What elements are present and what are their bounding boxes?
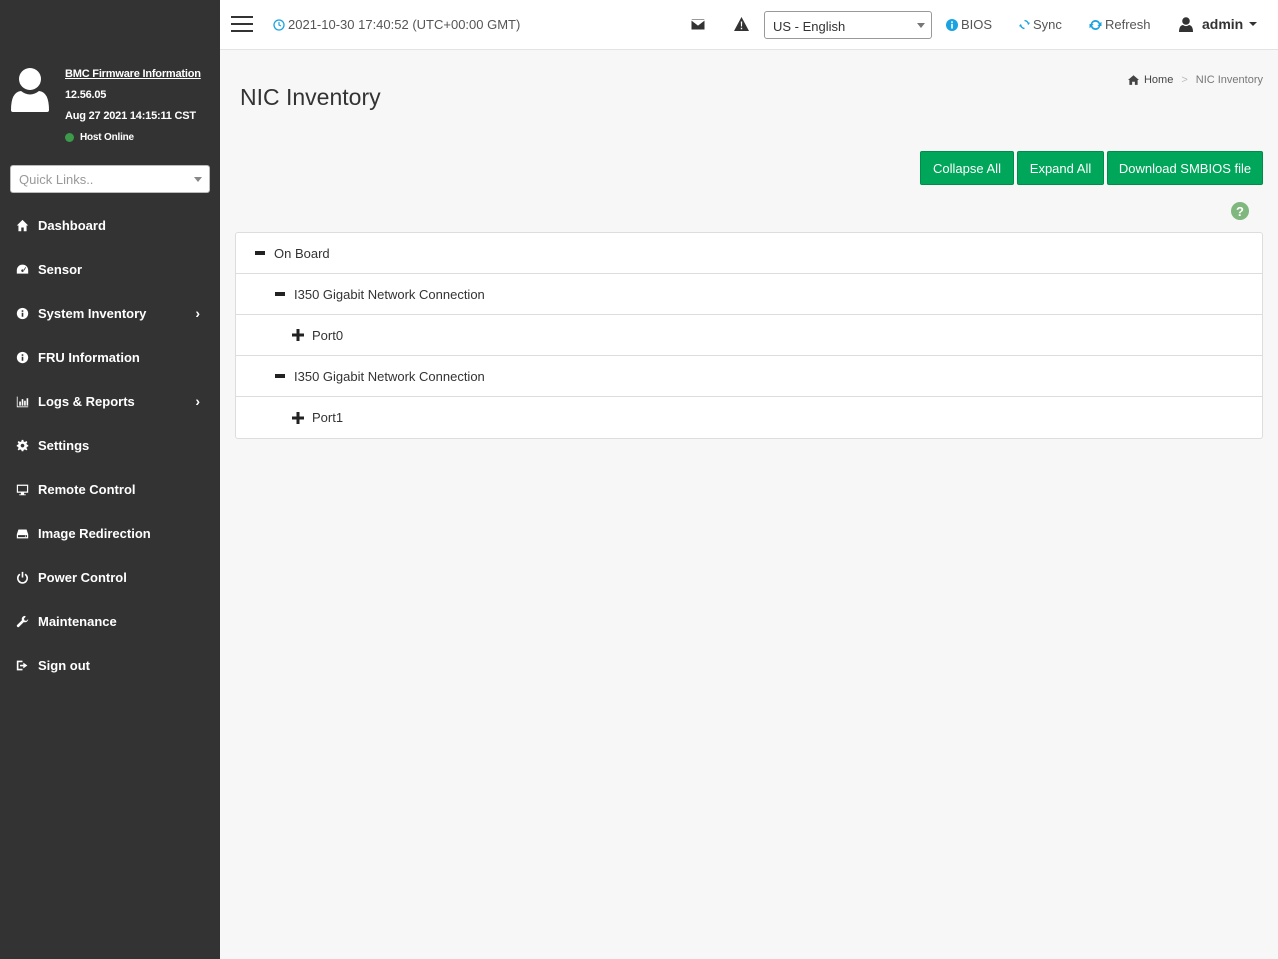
tree-node-label: Port0 [312, 327, 344, 343]
collapse-minus-icon[interactable] [254, 247, 266, 259]
server-datetime: 2021-10-30 17:40:52 (UTC+00:00 GMT) [273, 17, 520, 32]
tree-node-port[interactable]: Port0 [236, 315, 1262, 356]
sidebar-item-label: Power Control [38, 569, 127, 585]
collapse-minus-icon[interactable] [274, 370, 286, 382]
refresh-button[interactable]: Refresh [1089, 17, 1151, 32]
host-status: Host Online [65, 127, 201, 148]
sidebar-item-fru-information[interactable]: FRU Information [0, 335, 220, 379]
tree-node-nic[interactable]: I350 Gigabit Network Connection [236, 274, 1262, 315]
sidebar-item-remote-control[interactable]: Remote Control [0, 467, 220, 511]
sidebar-nav: Dashboard Sensor System Inventory › FRU … [0, 203, 220, 687]
menu-toggle-icon[interactable] [231, 16, 253, 33]
home-icon [14, 218, 30, 232]
sign-out-icon [14, 658, 30, 672]
collapse-minus-icon[interactable] [274, 288, 286, 300]
language-select[interactable]: US - English [764, 11, 932, 39]
breadcrumb: Home > NIC Inventory [1127, 74, 1263, 86]
sidebar-item-label: Maintenance [38, 613, 117, 629]
tree-node-nic[interactable]: I350 Gigabit Network Connection [236, 356, 1262, 397]
status-dot-icon [65, 133, 74, 142]
refresh-icon [1089, 19, 1102, 30]
sidebar-item-system-inventory[interactable]: System Inventory › [0, 291, 220, 335]
bios-button[interactable]: BIOS [946, 17, 992, 32]
datetime-text: 2021-10-30 17:40:52 (UTC+00:00 GMT) [288, 17, 521, 32]
sidebar-item-label: Image Redirection [38, 525, 151, 541]
user-icon [1179, 16, 1193, 32]
sidebar-item-label: Remote Control [38, 481, 136, 497]
expand-plus-icon[interactable] [292, 411, 304, 424]
firmware-info-link[interactable]: BMC Firmware Information [65, 64, 201, 85]
monitor-icon [14, 482, 30, 496]
sidebar-item-dashboard[interactable]: Dashboard [0, 203, 220, 247]
sidebar-item-label: Logs & Reports [38, 393, 135, 409]
sidebar-item-sensor[interactable]: Sensor [0, 247, 220, 291]
user-menu[interactable]: admin [1179, 16, 1258, 32]
collapse-all-button[interactable]: Collapse All [920, 151, 1014, 185]
breadcrumb-separator: > [1181, 74, 1188, 86]
sidebar-item-sign-out[interactable]: Sign out [0, 643, 220, 687]
tree-node-label: Port1 [312, 410, 344, 425]
page-title: NIC Inventory [240, 84, 381, 110]
breadcrumb-home-label: Home [1143, 74, 1174, 86]
user-avatar-icon [11, 68, 49, 112]
quick-links-select[interactable]: Quick Links.. [10, 165, 210, 193]
envelope-icon[interactable] [691, 19, 705, 30]
chevron-right-icon: › [195, 305, 200, 321]
tree-node-label: I350 Gigabit Network Connection [294, 368, 485, 384]
sync-button[interactable]: Sync [1019, 17, 1062, 32]
username: admin [1202, 16, 1244, 32]
power-icon [14, 570, 30, 584]
bios-label: BIOS [961, 17, 993, 32]
breadcrumb-current: NIC Inventory [1195, 74, 1263, 86]
profile-panel: BMC Firmware Information 12.56.05 Aug 27… [0, 0, 220, 150]
sync-label: Sync [1033, 17, 1062, 32]
sidebar-item-label: System Inventory [38, 305, 147, 321]
nic-tree: On Board I350 Gigabit Network Connection… [235, 232, 1263, 439]
firmware-date: Aug 27 2021 14:15:11 CST [65, 110, 196, 122]
sidebar-item-settings[interactable]: Settings [0, 423, 220, 467]
sidebar-item-label: Sign out [38, 657, 90, 673]
home-icon [1127, 75, 1139, 85]
tree-node-port[interactable]: Port1 [236, 397, 1262, 438]
gear-icon [14, 438, 30, 452]
language-value: US - English [773, 19, 846, 34]
bar-chart-icon [14, 394, 30, 408]
help-icon[interactable]: ? [1231, 202, 1249, 220]
tree-node-on-board[interactable]: On Board [236, 233, 1262, 274]
refresh-label: Refresh [1105, 17, 1151, 32]
sidebar-item-label: Sensor [38, 261, 83, 277]
host-status-label: Host Online [80, 132, 134, 143]
firmware-info: BMC Firmware Information 12.56.05 Aug 27… [65, 64, 201, 148]
quick-links-placeholder: Quick Links.. [19, 172, 94, 187]
sidebar-item-power-control[interactable]: Power Control [0, 555, 220, 599]
sidebar-item-maintenance[interactable]: Maintenance [0, 599, 220, 643]
breadcrumb-home[interactable]: Home [1127, 74, 1174, 86]
drive-icon [14, 526, 30, 540]
sidebar-item-label: Dashboard [38, 217, 106, 233]
chevron-down-icon [194, 177, 202, 182]
wrench-icon [14, 614, 30, 628]
sidebar-item-label: Settings [38, 437, 90, 453]
gauge-icon [14, 262, 30, 276]
top-navbar: 2021-10-30 17:40:52 (UTC+00:00 GMT) US -… [220, 0, 1278, 50]
download-smbios-button[interactable]: Download SMBIOS file [1107, 151, 1263, 185]
sidebar: BMC Firmware Information 12.56.05 Aug 27… [0, 0, 220, 959]
caret-down-icon [1249, 22, 1258, 26]
info-icon [14, 350, 30, 364]
tree-node-label: I350 Gigabit Network Connection [294, 286, 485, 302]
expand-all-button[interactable]: Expand All [1017, 151, 1104, 185]
chevron-down-icon [917, 23, 925, 28]
firmware-version: 12.56.05 [65, 89, 107, 101]
tree-node-label: On Board [274, 245, 330, 261]
info-icon [946, 18, 958, 31]
chevron-right-icon: › [195, 393, 200, 409]
sync-icon [1019, 19, 1030, 30]
sidebar-item-logs-reports[interactable]: Logs & Reports › [0, 379, 220, 423]
clock-icon [273, 18, 285, 31]
sidebar-item-label: FRU Information [38, 349, 140, 365]
info-icon [14, 306, 30, 320]
sidebar-item-image-redirection[interactable]: Image Redirection [0, 511, 220, 555]
warning-icon[interactable] [734, 17, 749, 31]
expand-plus-icon[interactable] [292, 329, 304, 341]
